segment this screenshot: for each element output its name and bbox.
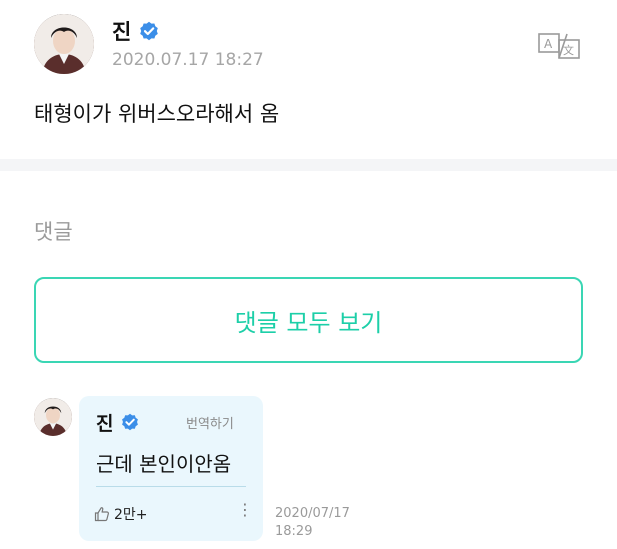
comment-body-text: 근데 본인이안옴: [96, 452, 232, 476]
svg-text:文: 文: [563, 43, 574, 57]
comment-bubble: 진 번역하기 근데 본인이안옴 2만+ ⋮: [79, 396, 263, 541]
translate-button[interactable]: A 文: [537, 32, 581, 60]
avatar-image: [34, 398, 72, 436]
avatar-image: [34, 14, 94, 74]
comment-timestamp: 2020/07/17 18:29: [275, 505, 365, 541]
post-author-name[interactable]: 진: [112, 16, 131, 46]
more-options-button[interactable]: ⋮: [237, 502, 253, 518]
comments-heading: 댓글: [34, 220, 73, 244]
svg-text:A: A: [544, 37, 553, 51]
post-body-text: 태형이가 위버스오라해서 옴: [34, 102, 280, 126]
like-count: 2만+: [114, 507, 148, 523]
comment-translate-button[interactable]: 번역하기: [186, 413, 234, 432]
like-button[interactable]: 2만+: [94, 504, 148, 524]
thumbs-up-icon: [94, 507, 109, 522]
verified-badge-icon: [140, 21, 158, 41]
verified-badge-icon: [122, 413, 138, 431]
translate-icon: A 文: [538, 33, 580, 59]
view-all-comments-button[interactable]: 댓글 모두 보기: [34, 277, 583, 363]
comment-date: 2020/07/17: [275, 506, 350, 521]
comment-author-name[interactable]: 진: [96, 409, 113, 436]
comment-clock: 18:29: [275, 524, 313, 539]
post-timestamp: 2020.07.17 18:27: [112, 50, 264, 70]
more-vertical-icon: ⋮: [237, 500, 253, 519]
post-author-avatar[interactable]: [34, 14, 94, 74]
section-divider: [0, 159, 617, 171]
comment-author-avatar[interactable]: [34, 398, 72, 436]
comment-divider: [96, 486, 246, 487]
